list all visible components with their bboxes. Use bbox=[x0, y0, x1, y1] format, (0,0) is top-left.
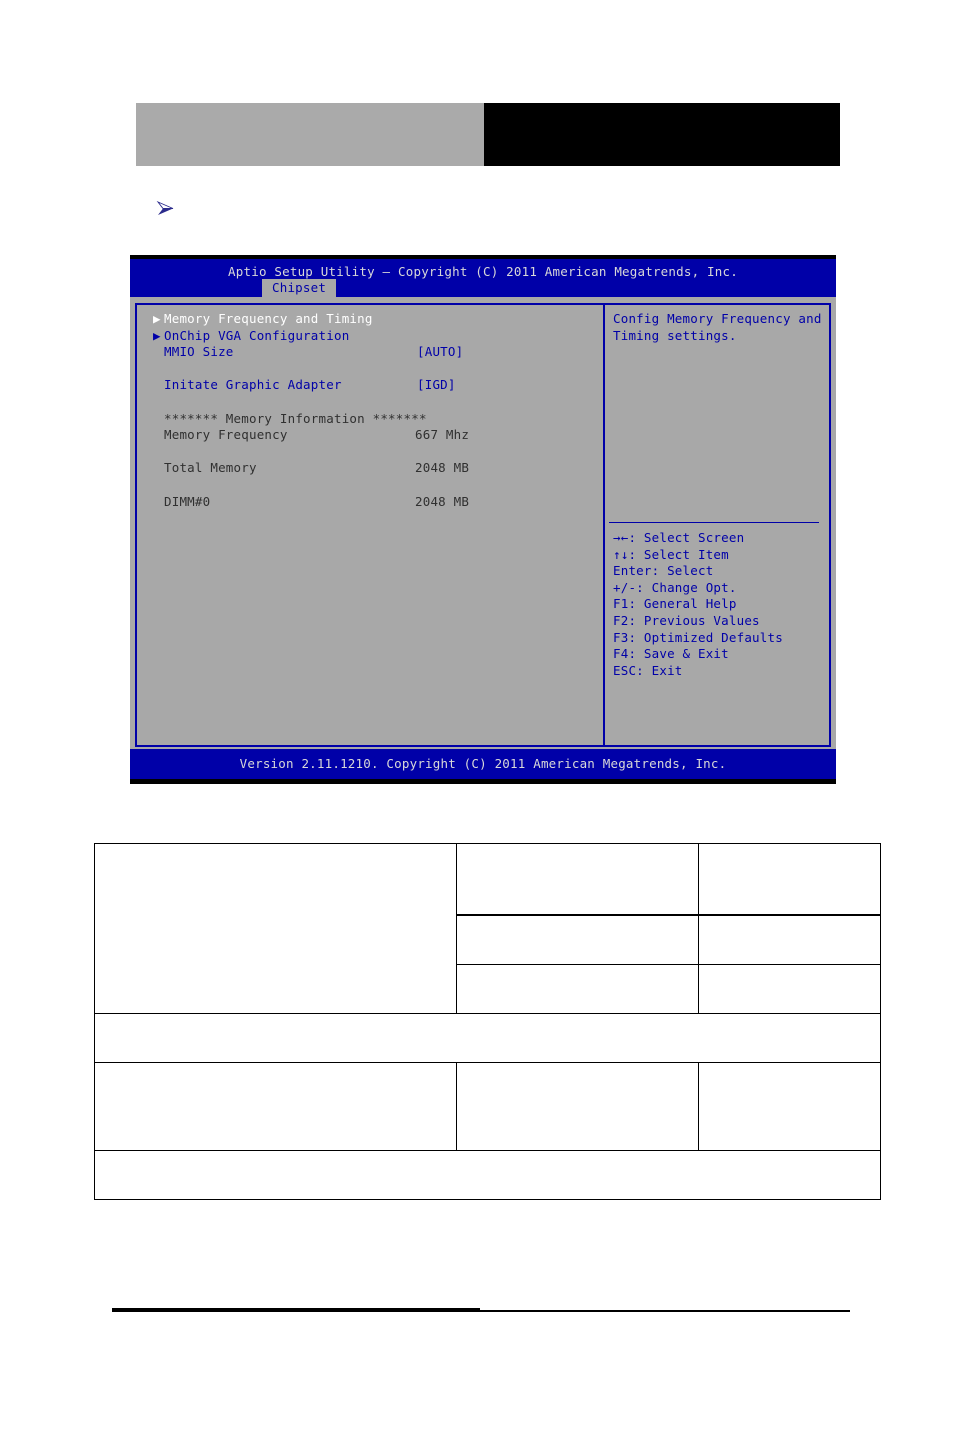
table-cell bbox=[94, 1062, 457, 1151]
help-text-line-1: Config Memory Frequency and bbox=[613, 311, 822, 326]
menu-item-label: DIMM#0 bbox=[164, 493, 211, 509]
table-cell bbox=[94, 842, 457, 1015]
bios-menu-item: Total Memory 2048 MB bbox=[153, 460, 603, 477]
table-row bbox=[94, 1013, 881, 1064]
table-cell bbox=[698, 843, 881, 917]
menu-item-label: MMIO Size bbox=[164, 344, 234, 360]
footer-rule-thin bbox=[480, 1310, 850, 1312]
bios-menu-item[interactable]: ▶ OnChip VGA Configuration bbox=[153, 328, 603, 345]
help-text-line-2: Timing settings. bbox=[613, 327, 737, 343]
bios-settings-pane: ▶ Memory Frequency and Timing ▶ OnChip VGA … bbox=[137, 305, 603, 745]
menu-indent bbox=[153, 460, 164, 477]
menu-spacer bbox=[153, 394, 603, 411]
table-cell bbox=[698, 914, 881, 965]
menu-item-label: OnChip VGA Configuration bbox=[164, 327, 350, 343]
menu-item-label: Memory Frequency and Timing bbox=[164, 311, 373, 326]
menu-spacer bbox=[153, 361, 603, 378]
table-row bbox=[94, 842, 881, 1015]
bios-body: ▶ Memory Frequency and Timing ▶ OnChip VGA … bbox=[130, 297, 836, 749]
menu-indent bbox=[153, 344, 164, 361]
table-row bbox=[94, 1062, 881, 1151]
menu-indent bbox=[153, 427, 164, 444]
bios-menu-item: ******* Memory Information ******* bbox=[153, 411, 603, 428]
key-legend-line: ESC: Exit bbox=[613, 662, 683, 678]
key-legend-line: F4: Save & Exit bbox=[613, 646, 729, 662]
arrow-bullet-icon bbox=[156, 200, 174, 215]
key-legend-line: F1: General Help bbox=[613, 596, 737, 612]
bios-menu-item: Memory Frequency 667 Mhz bbox=[153, 427, 603, 444]
submenu-arrow-icon: ▶ bbox=[153, 311, 161, 326]
menu-item-label: Total Memory bbox=[164, 460, 257, 476]
key-legend-line: ↑↓: Select Item bbox=[613, 546, 729, 562]
page-footer-rule bbox=[112, 1308, 850, 1312]
table-cell bbox=[456, 1062, 699, 1151]
menu-item-label: Initate Graphic Adapter bbox=[164, 377, 342, 393]
bios-menu-item[interactable]: ▶ Memory Frequency and Timing bbox=[153, 311, 603, 328]
menu-indent bbox=[153, 494, 164, 511]
bios-menu-item: DIMM#0 2048 MB bbox=[153, 494, 603, 511]
bios-content-frame: ▶ Memory Frequency and Timing ▶ OnChip VGA … bbox=[135, 303, 831, 747]
footer-rule-thick bbox=[112, 1308, 480, 1312]
bios-menu-item[interactable]: Initate Graphic Adapter [IGD] bbox=[153, 377, 603, 394]
header-block-gray bbox=[136, 103, 484, 166]
menu-indent bbox=[153, 411, 164, 428]
bios-tab-row: Chipset bbox=[130, 279, 836, 299]
table-cell bbox=[698, 963, 881, 1015]
key-legend-line: →←: Select Screen bbox=[613, 530, 745, 545]
table-cell bbox=[698, 1062, 881, 1151]
menu-spacer bbox=[153, 444, 603, 461]
help-separator bbox=[609, 522, 819, 523]
menu-item-value[interactable]: [AUTO] bbox=[417, 344, 463, 361]
table-cell bbox=[456, 914, 699, 965]
menu-item-value: 2048 MB bbox=[415, 493, 470, 509]
menu-spacer bbox=[153, 477, 603, 494]
menu-item-value[interactable]: [IGD] bbox=[417, 377, 456, 394]
bios-footer: Version 2.11.1210. Copyright (C) 2011 Am… bbox=[130, 749, 836, 779]
table-cell bbox=[94, 1013, 881, 1064]
submenu-arrow-icon: ▶ bbox=[153, 327, 161, 343]
key-legend-line: Enter: Select bbox=[613, 563, 714, 579]
key-legend-line: F2: Previous Values bbox=[613, 612, 760, 628]
header-block-black bbox=[484, 103, 840, 166]
menu-item-value: 667 Mhz bbox=[415, 427, 470, 443]
table-cell bbox=[94, 1149, 881, 1201]
specification-table bbox=[94, 842, 881, 1201]
bios-titlebar: Aptio Setup Utility – Copyright (C) 2011… bbox=[130, 259, 836, 299]
section-bullet-row bbox=[155, 198, 855, 224]
bios-menu-item[interactable]: MMIO Size [AUTO] bbox=[153, 344, 603, 361]
menu-item-label: Memory Frequency bbox=[164, 427, 288, 443]
table-cell bbox=[456, 843, 699, 917]
table-cell bbox=[456, 963, 699, 1015]
bios-help-pane: Config Memory Frequency and Timing setti… bbox=[605, 305, 829, 745]
key-legend-line: F3: Optimized Defaults bbox=[613, 629, 783, 645]
menu-item-value: 2048 MB bbox=[415, 460, 470, 476]
tab-chipset[interactable]: Chipset bbox=[262, 279, 337, 299]
key-legend-line: +/-: Change Opt. bbox=[613, 579, 737, 595]
menu-indent bbox=[153, 377, 164, 394]
bios-setup-screenshot: Aptio Setup Utility – Copyright (C) 2011… bbox=[130, 255, 836, 784]
page-header-banner bbox=[136, 103, 840, 166]
bios-key-legend: →←: Select Screen ↑↓: Select Item Enter: S… bbox=[613, 530, 783, 679]
bios-title: Aptio Setup Utility – Copyright (C) 2011… bbox=[228, 264, 738, 279]
table-row bbox=[94, 1149, 881, 1201]
menu-item-label: ******* Memory Information ******* bbox=[164, 410, 427, 426]
